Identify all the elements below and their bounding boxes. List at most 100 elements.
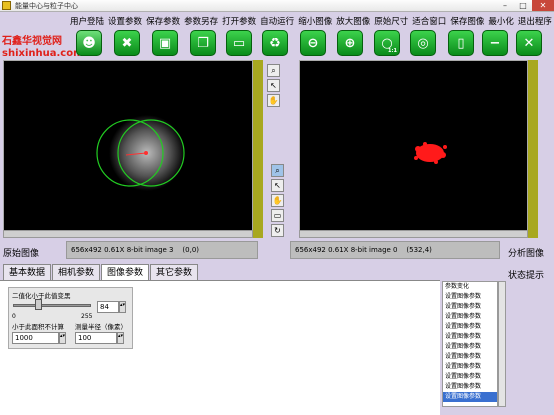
binarize-slider-track[interactable] (13, 304, 91, 307)
left-horizontal-scrollbar[interactable] (3, 230, 253, 238)
original-image-canvas (96, 115, 185, 191)
save-params-button[interactable]: ▣ (152, 30, 178, 56)
zoom-out-icon: ⊖ (307, 35, 319, 51)
analysis-image-canvas (414, 142, 447, 164)
menu-zoom-in[interactable]: 放大图像 (336, 15, 370, 27)
zoom-in-icon: ⊕ (344, 35, 356, 51)
rotate-icon: ↻ (274, 226, 281, 235)
left-pan-tool[interactable]: ✋ (267, 94, 280, 107)
original-image-view[interactable] (3, 60, 253, 238)
menu-zoom-out[interactable]: 缩小图像 (298, 15, 332, 27)
radius-field[interactable]: 100 (75, 332, 117, 344)
analysis-image-view[interactable] (299, 60, 528, 238)
rotate-tool[interactable]: ↻ (271, 224, 284, 237)
menu-login[interactable]: 用户登陆 (70, 15, 104, 27)
brand: 石鑫华视觉网 shixinhua.com (2, 36, 84, 60)
right-horizontal-scrollbar[interactable] (299, 230, 528, 238)
auto-run-button[interactable]: ♻ (262, 30, 288, 56)
app-icon (2, 1, 11, 10)
open-params-button[interactable]: ▭ (226, 30, 252, 56)
left-zoom-tool[interactable]: ⌕ (267, 64, 280, 77)
rectangle-tool[interactable]: ▭ (271, 209, 284, 222)
pointer-icon: ↖ (270, 81, 277, 90)
exit-x-icon: ✕ (523, 35, 535, 51)
maximize-button[interactable]: □ (514, 0, 532, 11)
tools-icon: ✖ (121, 35, 133, 51)
tab-image-params[interactable]: 图像参数 (101, 264, 150, 280)
window-title: 能量中心与粒子中心 (15, 1, 78, 10)
save-image-button[interactable]: ▯ (448, 30, 474, 56)
slider-max: 255 (81, 313, 93, 320)
minimize-button[interactable]: – (496, 0, 514, 11)
slider-min: 0 (12, 313, 16, 320)
menu-original-size[interactable]: 原始尺寸 (374, 15, 408, 27)
menu-open-params[interactable]: 打开参数 (222, 15, 256, 27)
status-hint-label: 状态提示 (508, 271, 545, 281)
image-params-group: 二值化小于此值变黑 0 255 84 ▴▾ 小于此面积不计算 测量半径（像素） … (8, 287, 133, 349)
settings-button[interactable]: ✖ (114, 30, 140, 56)
save-as-button[interactable]: ❐ (190, 30, 216, 56)
tab-other-params[interactable]: 其它参数 (150, 264, 199, 280)
binarize-stepper[interactable]: ▴▾ (119, 301, 126, 313)
tab-basic-data[interactable]: 基本数据 (3, 264, 52, 280)
hand-icon: ✋ (272, 196, 283, 205)
left-vertical-scrollbar[interactable] (253, 60, 263, 238)
left-image-status: 656x492 0.61X 8-bit image 3 (0,0) (66, 241, 258, 259)
menu-auto-run[interactable]: 自动运行 (260, 15, 294, 27)
minimize-app-button[interactable]: − (482, 30, 508, 56)
zoom-icon: ⌕ (271, 66, 276, 75)
ignore-area-label: 小于此面积不计算 (12, 323, 64, 331)
brand-url: shixinhua.com (2, 48, 84, 59)
menu-set-params[interactable]: 设置参数 (108, 15, 142, 27)
user-login-button[interactable]: ☻ (76, 30, 102, 56)
status-hint-list[interactable]: 参数变化 设置图像参数 设置图像参数 设置图像参数 设置图像参数 设置图像参数 … (442, 281, 498, 407)
fit-magnifier-icon: ◎ (417, 35, 429, 51)
menu-minimize[interactable]: 最小化 (488, 15, 514, 27)
list-item: 设置图像参数 (445, 303, 482, 310)
right-zoom-tool[interactable]: ⌕ (271, 164, 284, 177)
tab-camera-params[interactable]: 相机参数 (52, 264, 101, 280)
menu-save-params[interactable]: 保存参数 (146, 15, 180, 27)
exit-button[interactable]: ✕ (516, 30, 542, 56)
original-size-button[interactable]: ○ 1:1 (374, 30, 400, 56)
ignore-area-field[interactable]: 1000 (12, 332, 59, 344)
hand-icon: ✋ (268, 96, 279, 105)
zoom-in-button[interactable]: ⊕ (337, 30, 363, 56)
status-list-scrollbar[interactable] (498, 281, 506, 407)
list-item: 设置图像参数 (443, 392, 497, 402)
list-item: 设置图像参数 (445, 323, 482, 330)
radius-stepper[interactable]: ▴▾ (117, 332, 124, 344)
center-marker (144, 151, 148, 155)
recycle-icon: ♻ (269, 35, 281, 51)
menu-exit[interactable]: 退出程序 (518, 15, 552, 27)
close-button[interactable]: ✕ (532, 0, 554, 11)
rectangle-icon: ▭ (273, 211, 282, 220)
binarize-slider-thumb[interactable] (35, 299, 42, 310)
list-item: 设置图像参数 (445, 353, 482, 360)
menu-save-as[interactable]: 参数另存 (184, 15, 218, 27)
right-image-status: 656x492 0.61X 8-bit image 0 (532,4) (290, 241, 500, 259)
zoom-icon: ⌕ (275, 166, 280, 175)
binarize-value-field[interactable]: 84 (97, 301, 119, 313)
list-item: 设置图像参数 (445, 313, 482, 320)
original-image-label: 原始图像 (3, 249, 40, 259)
list-item: 设置图像参数 (445, 333, 482, 340)
zoom-out-button[interactable]: ⊖ (300, 30, 326, 56)
particle-blob (414, 142, 447, 164)
left-pointer-tool[interactable]: ↖ (267, 79, 280, 92)
right-vertical-scrollbar[interactable] (528, 60, 538, 238)
minus-icon: − (489, 35, 501, 51)
right-pointer-tool[interactable]: ↖ (271, 179, 284, 192)
fit-window-button[interactable]: ◎ (410, 30, 436, 56)
title-bar: 能量中心与粒子中心 (0, 0, 554, 12)
list-item: 设置图像参数 (445, 293, 482, 300)
menu-fit-window[interactable]: 适合窗口 (412, 15, 446, 27)
list-item: 设置图像参数 (445, 343, 482, 350)
menu-save-image[interactable]: 保存图像 (450, 15, 484, 27)
right-pan-tool[interactable]: ✋ (271, 194, 284, 207)
list-item: 设置图像参数 (445, 373, 482, 380)
user-icon: ☻ (82, 35, 96, 51)
tab-bar: 基本数据 相机参数 图像参数 其它参数 (3, 264, 199, 280)
floppy-icon: ▣ (158, 35, 172, 51)
ignore-area-stepper[interactable]: ▴▾ (59, 332, 66, 344)
